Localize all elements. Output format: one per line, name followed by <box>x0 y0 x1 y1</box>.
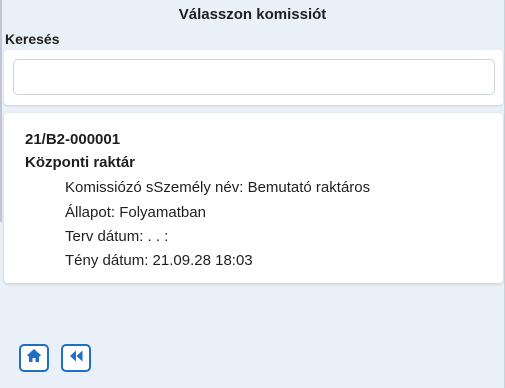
left-divider <box>0 0 2 222</box>
picker-name: Komissiózó sSzemély név: Bemutató raktár… <box>65 179 371 196</box>
dialog-title: Válasszon komissiót <box>178 6 327 23</box>
double-chevron-left-icon <box>68 349 84 368</box>
commission-code: 21/B2-000001 <box>25 131 121 148</box>
status-text: Állapot: Folyamatban <box>65 204 206 221</box>
actual-date: Tény dátum: 21.09.28 18:03 <box>65 252 253 269</box>
warehouse-name: Központi raktár <box>25 154 136 171</box>
search-panel <box>4 50 503 105</box>
planned-date: Terv dátum: . . : <box>65 228 169 245</box>
search-input[interactable] <box>13 59 495 95</box>
commission-list-item[interactable]: 21/B2-000001 Központi raktár Komissiózó … <box>4 113 503 283</box>
home-button[interactable] <box>19 344 49 372</box>
home-icon <box>26 348 42 368</box>
search-label: Keresés <box>5 31 60 47</box>
back-button[interactable] <box>61 344 91 372</box>
